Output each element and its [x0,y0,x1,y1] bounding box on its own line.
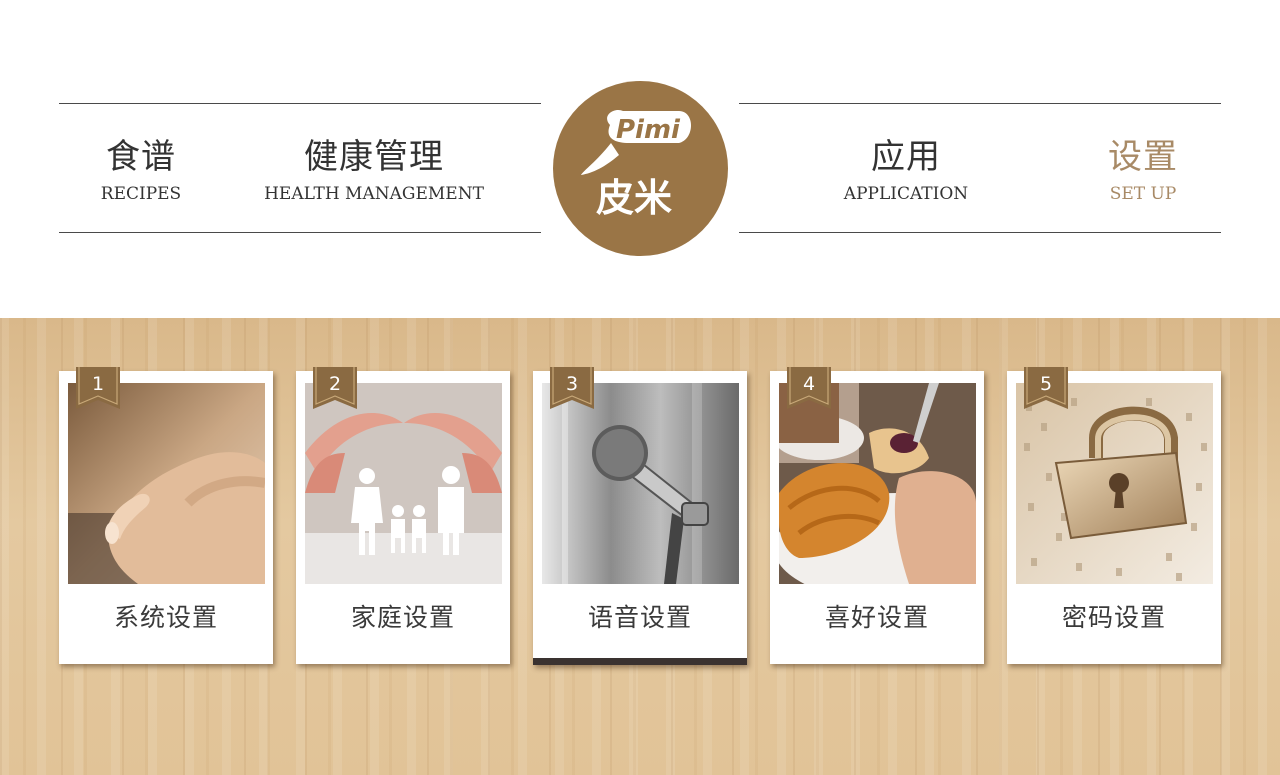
settings-card-label: 密码设置 [1061,603,1166,632]
pimi-logo: Pimi 皮米 [553,81,728,256]
touchscreen-hand-photo [68,383,265,584]
settings-card-label: 系统设置 [113,603,218,632]
number-ribbon: 1 [76,367,120,411]
number-ribbon: 5 [1024,367,1068,411]
breakfast-photo [779,383,976,584]
divider-top-right [739,103,1221,104]
settings-card-password[interactable]: 密码设置 5 [1007,367,1221,664]
nav-recipes-label-cn: 食谱 [106,137,176,177]
nav-setup[interactable]: 设置 SET UP [1083,137,1203,205]
settings-card-voice[interactable]: 语音设置 3 [533,367,747,665]
microphone-photo [542,383,739,584]
number-ribbon: 4 [787,367,831,411]
number-ribbon-label: 2 [328,373,342,395]
number-ribbon: 3 [550,367,594,411]
nav-application[interactable]: 应用 APPLICATION [826,137,986,205]
logo-latin-text: Pimi [616,115,681,145]
settings-card-family[interactable]: 家庭设置 2 [296,367,510,664]
logo-chinese-text: 皮米 [596,176,672,220]
nav-recipes[interactable]: 食谱 RECIPES [71,137,211,205]
number-ribbon-label: 1 [91,373,105,395]
nav-recipes-label-en: RECIPES [100,184,182,204]
nav-application-label-cn: 应用 [871,137,941,177]
nav-health-label-cn: 健康管理 [304,137,444,177]
settings-card-system[interactable]: 系统设置 1 [59,367,273,664]
number-ribbon-label: 4 [802,373,816,395]
padlock-photo [1016,383,1213,584]
settings-card-label: 语音设置 [587,603,692,632]
family-hands-photo [305,383,502,584]
top-navigation-bar: 食谱 RECIPES 健康管理 HEALTH MANAGEMENT Pimi 皮… [0,0,1280,318]
number-ribbon: 2 [313,367,357,411]
settings-card-label: 喜好设置 [824,603,929,632]
divider-bottom-left [59,232,541,233]
number-ribbon-label: 3 [565,373,579,395]
nav-application-label-en: APPLICATION [843,184,969,204]
nav-health-management[interactable]: 健康管理 HEALTH MANAGEMENT [244,137,504,205]
number-ribbon-label: 5 [1039,373,1053,395]
settings-card-preferences[interactable]: 喜好设置 4 [770,367,984,664]
nav-setup-label-cn: 设置 [1108,137,1178,177]
nav-health-label-en: HEALTH MANAGEMENT [264,184,484,204]
divider-top-left [59,103,541,104]
settings-card-label: 家庭设置 [350,603,455,632]
divider-bottom-right [739,232,1221,233]
nav-setup-label-en: SET UP [1109,184,1177,204]
